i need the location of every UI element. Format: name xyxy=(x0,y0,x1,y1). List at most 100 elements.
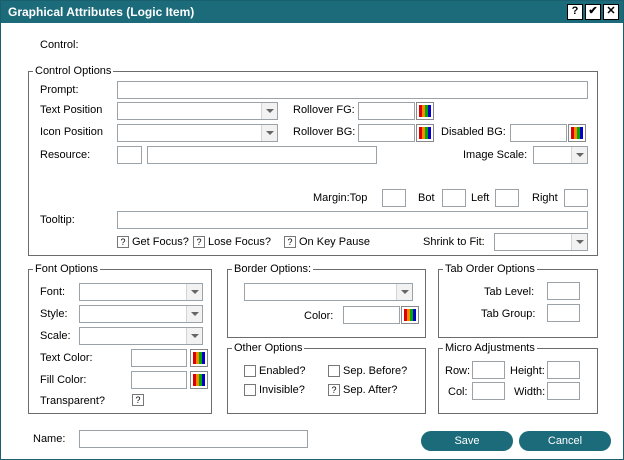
on-key-pause-label: On Key Pause xyxy=(299,236,370,248)
chevron-down-icon xyxy=(186,328,202,344)
transparent-checkbox[interactable]: ? xyxy=(132,394,144,406)
margin-bot-label: Bot xyxy=(418,192,435,204)
control-options-legend: Control Options xyxy=(33,65,114,77)
color-picker-icon[interactable] xyxy=(401,306,419,324)
col-input[interactable] xyxy=(472,382,505,400)
image-scale-select[interactable] xyxy=(533,146,588,164)
text-color-input[interactable] xyxy=(131,349,187,367)
shrink-to-fit-select[interactable] xyxy=(494,233,588,251)
chevron-down-icon xyxy=(571,234,587,250)
height-label: Height: xyxy=(510,365,545,377)
image-scale-label: Image Scale: xyxy=(463,149,528,161)
icon-position-label: Icon Position xyxy=(40,126,103,138)
chevron-down-icon xyxy=(396,284,412,300)
window-title: Graphical Attributes (Logic Item) xyxy=(8,5,195,19)
chevron-down-icon xyxy=(261,125,277,141)
tab-order-options-legend: Tab Order Options xyxy=(443,263,537,275)
margin-top-input[interactable] xyxy=(382,189,406,207)
save-button[interactable]: Save xyxy=(421,431,513,451)
rollover-bg-label: Rollover BG: xyxy=(293,126,356,138)
invisible-checkbox[interactable] xyxy=(244,384,256,396)
font-label: Font: xyxy=(40,286,66,298)
style-select[interactable] xyxy=(79,305,203,323)
tab-group-input[interactable] xyxy=(547,304,580,322)
transparent-label: Transparent? xyxy=(40,395,106,407)
prompt-input[interactable] xyxy=(117,81,588,99)
style-label: Style: xyxy=(40,308,68,320)
sep-after-checkbox[interactable]: ? xyxy=(328,384,340,396)
micro-adjustments-legend: Micro Adjustments xyxy=(443,342,537,354)
enabled-checkbox[interactable] xyxy=(244,365,256,377)
font-options-legend: Font Options xyxy=(33,263,100,275)
name-input[interactable] xyxy=(79,430,308,448)
row-label: Row: xyxy=(445,365,471,377)
chevron-down-icon xyxy=(186,284,202,300)
color-picker-icon[interactable] xyxy=(190,349,208,367)
border-color-input[interactable] xyxy=(343,306,400,324)
col-label: Col: xyxy=(448,386,468,398)
prompt-label: Prompt: xyxy=(40,84,79,96)
resource-label: Resource: xyxy=(40,149,91,161)
border-color-label: Color: xyxy=(304,310,334,322)
rollover-bg-input[interactable] xyxy=(358,124,415,142)
graphical-attributes-dialog: Graphical Attributes (Logic Item) ? ✔ ✕ … xyxy=(0,0,624,460)
margin-top-label: Margin:Top xyxy=(313,192,368,204)
scale-select[interactable] xyxy=(79,327,203,345)
close-icon[interactable]: ✕ xyxy=(603,4,619,20)
lose-focus-label: Lose Focus? xyxy=(208,236,271,248)
invisible-label: Invisible? xyxy=(259,384,305,396)
get-focus-checkbox[interactable]: ? xyxy=(117,236,129,248)
sep-before-label: Sep. Before? xyxy=(343,365,408,377)
shrink-to-fit-label: Shrink to Fit: xyxy=(423,236,485,248)
title-bar: Graphical Attributes (Logic Item) xyxy=(1,1,623,23)
other-options-group: Other Options xyxy=(227,342,426,414)
tab-group-label: Tab Group: xyxy=(481,308,536,320)
chevron-down-icon xyxy=(186,306,202,322)
get-focus-label: Get Focus? xyxy=(132,236,189,248)
micro-adjustments-group: Micro Adjustments xyxy=(438,342,598,414)
color-picker-icon[interactable] xyxy=(416,102,434,120)
color-picker-icon[interactable] xyxy=(568,124,586,142)
chevron-down-icon xyxy=(571,147,587,163)
cancel-button[interactable]: Cancel xyxy=(519,431,611,451)
width-label: Width: xyxy=(514,386,546,398)
resource-input[interactable] xyxy=(147,146,377,164)
resource-type-input[interactable] xyxy=(117,146,142,164)
font-select[interactable] xyxy=(79,283,203,301)
color-picker-icon[interactable] xyxy=(190,371,208,389)
rollover-fg-input[interactable] xyxy=(358,102,415,120)
disabled-bg-input[interactable] xyxy=(510,124,567,142)
fill-color-input[interactable] xyxy=(131,371,187,389)
sep-before-checkbox[interactable] xyxy=(328,365,340,377)
height-input[interactable] xyxy=(547,361,580,379)
color-picker-icon[interactable] xyxy=(416,124,434,142)
checkmark-icon[interactable]: ✔ xyxy=(585,4,601,20)
sep-after-label: Sep. After? xyxy=(343,384,398,396)
name-label: Name: xyxy=(33,433,66,445)
tooltip-input[interactable] xyxy=(117,211,588,229)
margin-left-input[interactable] xyxy=(495,189,519,207)
enabled-label: Enabled? xyxy=(259,365,306,377)
help-icon[interactable]: ? xyxy=(567,4,583,20)
other-options-legend: Other Options xyxy=(232,342,305,354)
tab-level-input[interactable] xyxy=(547,282,580,300)
margin-bot-input[interactable] xyxy=(442,189,466,207)
text-position-label: Text Position xyxy=(40,104,103,116)
border-options-group: Border Options: xyxy=(227,263,426,338)
text-color-label: Text Color: xyxy=(40,352,93,364)
width-input[interactable] xyxy=(547,382,580,400)
icon-position-select[interactable] xyxy=(117,124,278,142)
rollover-fg-label: Rollover FG: xyxy=(293,104,355,116)
chevron-down-icon xyxy=(261,103,277,119)
text-position-select[interactable] xyxy=(117,102,278,120)
fill-color-label: Fill Color: xyxy=(40,374,87,386)
row-input[interactable] xyxy=(472,361,505,379)
margin-right-label: Right xyxy=(532,192,558,204)
disabled-bg-label: Disabled BG: xyxy=(441,126,506,138)
margin-right-input[interactable] xyxy=(564,189,588,207)
border-style-select[interactable] xyxy=(244,283,413,301)
on-key-pause-checkbox[interactable]: ? xyxy=(284,236,296,248)
tooltip-label: Tooltip: xyxy=(40,214,75,226)
control-label: Control: xyxy=(40,39,79,51)
lose-focus-checkbox[interactable]: ? xyxy=(193,236,205,248)
